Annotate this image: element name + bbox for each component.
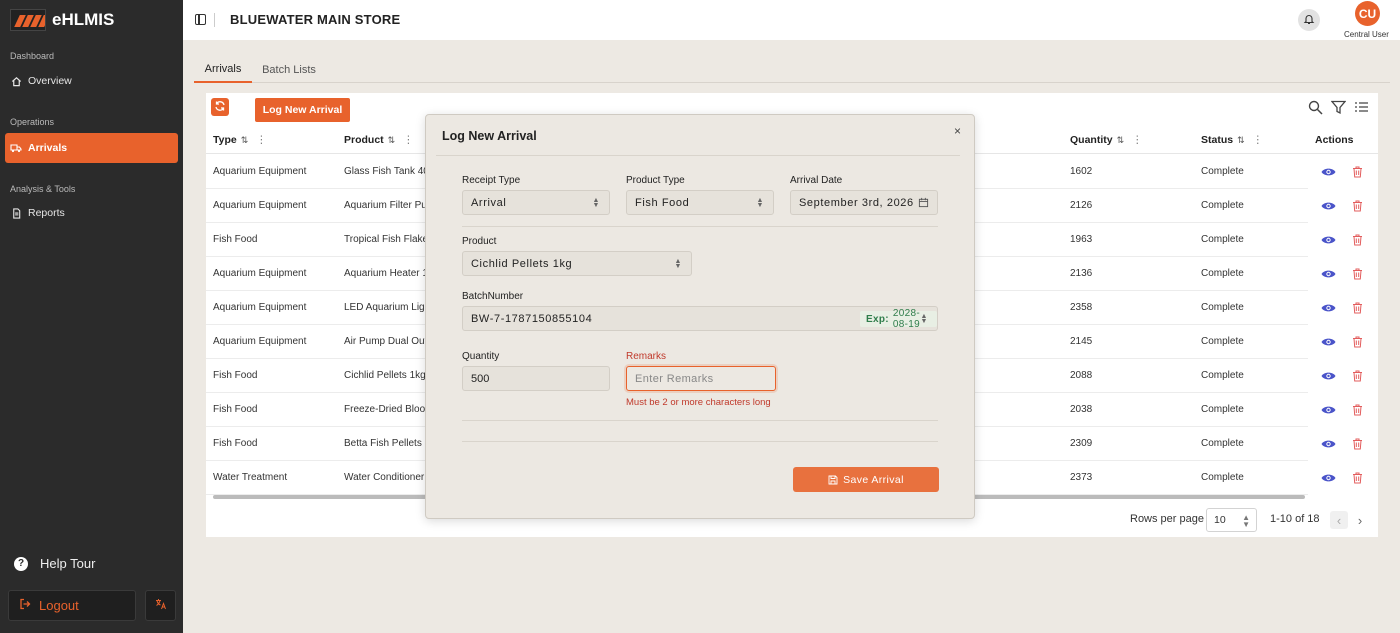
remarks-input[interactable]: Enter Remarks [626, 366, 776, 391]
help-tour-button[interactable]: ? Help Tour [14, 556, 95, 571]
avatar[interactable]: CU [1355, 1, 1380, 26]
product-type-label: Product Type [626, 175, 685, 186]
sidebar-item-label: Overview [28, 75, 72, 87]
sidebar-item-reports[interactable]: Reports [5, 198, 178, 228]
sidebar-item-arrivals[interactable]: Arrivals [5, 133, 178, 163]
brand-logo-icon [10, 9, 46, 31]
batch-number-label: BatchNumber [462, 291, 524, 302]
logout-label: Logout [39, 598, 79, 613]
user-name: Central User [1344, 30, 1389, 39]
section-analysis: Analysis & Tools [10, 184, 76, 194]
batch-number-select[interactable]: BW-7-1787150855104 Exp: 2028-08-19 ▲ ▼ [462, 306, 938, 331]
sidebar-toggle-icon[interactable] [195, 14, 206, 25]
save-icon [828, 475, 838, 485]
truck-icon [10, 142, 22, 154]
product-type-select[interactable]: Fish Food ▲ ▼ [626, 190, 774, 215]
product-label: Product [462, 236, 497, 247]
help-tour-label: Help Tour [40, 556, 96, 571]
document-icon [10, 207, 22, 219]
chevron-updown-icon: ▲ ▼ [756, 197, 764, 209]
sidebar-item-label: Arrivals [28, 142, 68, 154]
receipt-type-select[interactable]: Arrival ▲ ▼ [462, 190, 610, 215]
brand[interactable]: eHLMIS [10, 8, 114, 32]
top-bar: BLUEWATER MAIN STORE CU Central User [183, 0, 1400, 40]
translate-icon [155, 598, 167, 613]
form-divider [462, 226, 938, 227]
form-divider [462, 441, 938, 442]
dialog-divider [436, 155, 960, 156]
chevron-updown-icon: ▲ ▼ [674, 258, 682, 270]
arrival-date-label: Arrival Date [790, 175, 843, 186]
brand-name: eHLMIS [52, 10, 115, 29]
page-title: BLUEWATER MAIN STORE [230, 12, 401, 27]
dialog-title: Log New Arrival [442, 129, 537, 143]
calendar-icon [918, 197, 929, 211]
sidebar-item-overview[interactable]: Overview [5, 66, 178, 96]
sidebar-item-label: Reports [28, 207, 65, 219]
header-divider [214, 13, 215, 27]
logout-icon [19, 598, 31, 613]
remarks-label: Remarks [626, 351, 667, 362]
language-button[interactable] [145, 590, 176, 621]
logout-button[interactable]: Logout [8, 590, 136, 621]
section-dashboard: Dashboard [10, 51, 55, 61]
log-arrival-dialog: Log New Arrival × Receipt Type Arrival ▲… [425, 114, 975, 519]
sidebar: eHLMIS Dashboard Overview Operations Arr… [0, 0, 183, 633]
save-arrival-button[interactable]: Save Arrival [793, 467, 939, 492]
home-icon [10, 75, 22, 87]
quantity-input[interactable]: 500 [462, 366, 610, 391]
product-select[interactable]: Cichlid Pellets 1kg ▲ ▼ [462, 251, 692, 276]
chevron-updown-icon: ▲ ▼ [592, 197, 600, 209]
help-icon: ? [14, 556, 28, 571]
arrival-date-picker[interactable]: September 3rd, 2026 [790, 190, 938, 215]
quantity-label: Quantity [462, 351, 500, 362]
receipt-type-label: Receipt Type [462, 175, 521, 186]
close-icon[interactable]: × [954, 124, 961, 138]
form-divider [462, 420, 938, 421]
section-operations: Operations [10, 117, 55, 127]
notifications-button[interactable] [1298, 9, 1320, 31]
remarks-error: Must be 2 or more characters long [626, 397, 771, 408]
bell-icon [1303, 13, 1315, 28]
chevron-updown-icon: ▲ ▼ [920, 313, 928, 325]
